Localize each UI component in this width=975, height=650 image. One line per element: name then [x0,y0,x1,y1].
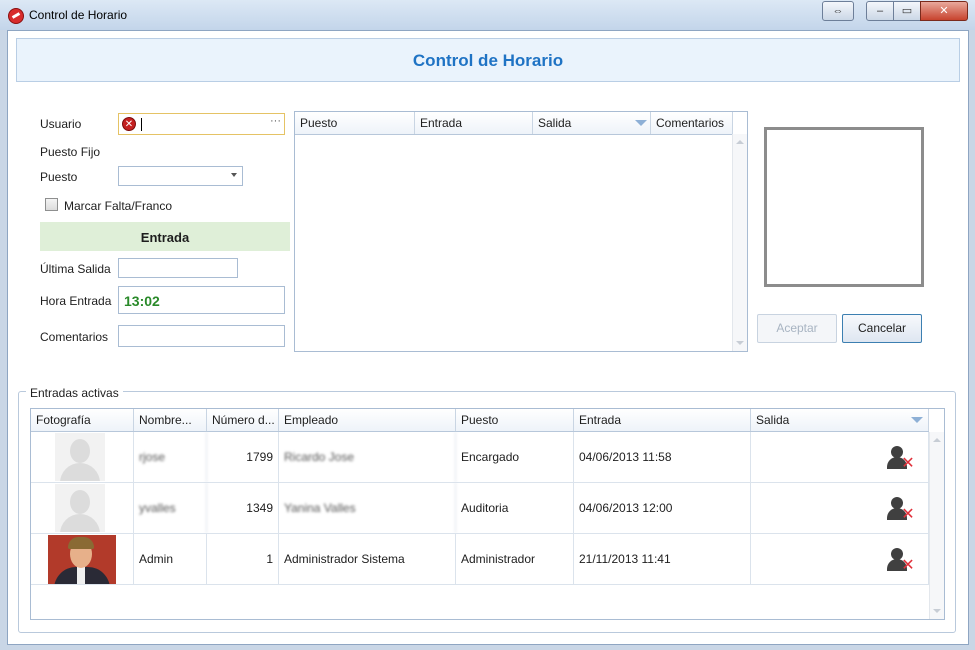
column-header-numero[interactable]: Número d... [207,409,279,431]
schedule-grid[interactable]: Puesto Entrada Salida Comentarios [294,111,748,352]
comentarios-label: Comentarios [40,330,109,344]
nombre-cell: Admin [134,534,207,584]
puesto-cell: Administrador [456,534,574,584]
page-title: Control de Horario [412,51,564,70]
sort-descending-icon [635,120,647,126]
empleado-cell: Administrador Sistema [279,534,456,584]
active-entries-grid[interactable]: Fotografía Nombre... Número d... Emplead… [30,408,945,620]
entrada-cell: 04/06/2013 11:58 [574,432,751,482]
marcar-falta-label[interactable]: Marcar Falta/Franco [64,199,172,213]
scroll-down-icon[interactable] [933,609,941,613]
numero-cell: 1349 [207,483,279,533]
active-entries-title: Entradas activas [26,386,123,400]
header-banner: Control de Horario [16,38,960,82]
aceptar-button[interactable]: Aceptar [757,314,837,343]
chevron-down-icon[interactable] [231,173,237,177]
close-button[interactable]: ✕ [920,1,968,21]
table-row[interactable]: yvalles 1349 Yanina Valles Auditoria 04/… [31,483,929,534]
ultima-salida-field[interactable] [118,258,238,278]
numero-cell: 1 [207,534,279,584]
vertical-scrollbar[interactable] [732,134,747,351]
entrada-cell: 04/06/2013 12:00 [574,483,751,533]
puesto-fijo-label: Puesto Fijo [40,145,101,159]
scroll-up-icon[interactable] [933,438,941,442]
entrada-cell: 21/11/2013 11:41 [574,534,751,584]
column-header-puesto[interactable]: Puesto [456,409,574,431]
nombre-cell: yvalles [134,483,207,533]
puesto-cell: Auditoria [456,483,574,533]
scroll-up-icon[interactable] [736,140,744,144]
cancelar-button[interactable]: Cancelar [842,314,922,343]
hora-entrada-value: 13:02 [124,293,160,309]
schedule-grid-header: Puesto Entrada Salida Comentarios [295,112,733,135]
photo-cell [31,483,134,533]
column-header-fotografia[interactable]: Fotografía [31,409,134,431]
error-icon: ✕ [122,117,136,131]
empleado-cell: Yanina Valles [279,483,456,533]
table-row[interactable]: rjose 1799 Ricardo Jose Encargado 04/06/… [31,432,929,483]
column-header-comentarios[interactable]: Comentarios [651,112,733,134]
maximize-button[interactable]: ▭ [893,1,921,21]
user-placeholder-icon [55,433,105,481]
remove-user-icon[interactable]: ✕ [886,546,916,576]
browse-ellipsis-button[interactable]: ··· [270,115,281,127]
remove-user-icon[interactable]: ✕ [886,495,916,525]
minimize-button[interactable]: – [866,1,894,21]
column-header-entrada[interactable]: Entrada [574,409,751,431]
entrada-section-title: Entrada [140,230,190,245]
numero-cell: 1799 [207,432,279,482]
column-header-puesto[interactable]: Puesto [295,112,415,134]
puesto-dropdown[interactable] [118,166,243,186]
column-header-salida[interactable]: Salida [751,409,929,431]
ultima-salida-label: Última Salida [40,262,111,276]
scroll-down-icon[interactable] [736,341,744,345]
column-header-empleado[interactable]: Empleado [279,409,456,431]
user-portrait [48,535,116,584]
empleado-cell: Ricardo Jose [279,432,456,482]
column-header-salida[interactable]: Salida [533,112,651,134]
marcar-falta-checkbox[interactable] [45,198,58,211]
nombre-cell: rjose [134,432,207,482]
puesto-cell: Encargado [456,432,574,482]
photo-cell [31,534,134,584]
column-header-entrada[interactable]: Entrada [415,112,533,134]
remove-user-icon[interactable]: ✕ [886,444,916,474]
hora-entrada-label: Hora Entrada [40,294,112,308]
vertical-scrollbar[interactable] [929,432,944,619]
table-row[interactable]: Admin 1 Administrador Sistema Administra… [31,534,929,585]
user-photo-frame [764,127,924,287]
column-header-nombre[interactable]: Nombre... [134,409,207,431]
usuario-input[interactable]: ✕ ··· [118,113,285,135]
active-grid-header: Fotografía Nombre... Número d... Emplead… [31,409,929,432]
hora-entrada-field[interactable]: 13:02 [118,286,285,314]
sort-descending-icon [911,417,923,423]
text-caret [141,118,142,131]
user-placeholder-icon [55,484,105,532]
entrada-section-header: Entrada [40,222,290,251]
photo-cell [31,432,134,482]
puesto-label: Puesto [40,170,78,184]
window-title: Control de Horario [29,8,128,22]
comentarios-field[interactable] [118,325,285,347]
app-icon [8,8,24,24]
resize-arrows-button[interactable]: ⇔ [822,1,854,21]
usuario-label: Usuario [40,117,82,131]
